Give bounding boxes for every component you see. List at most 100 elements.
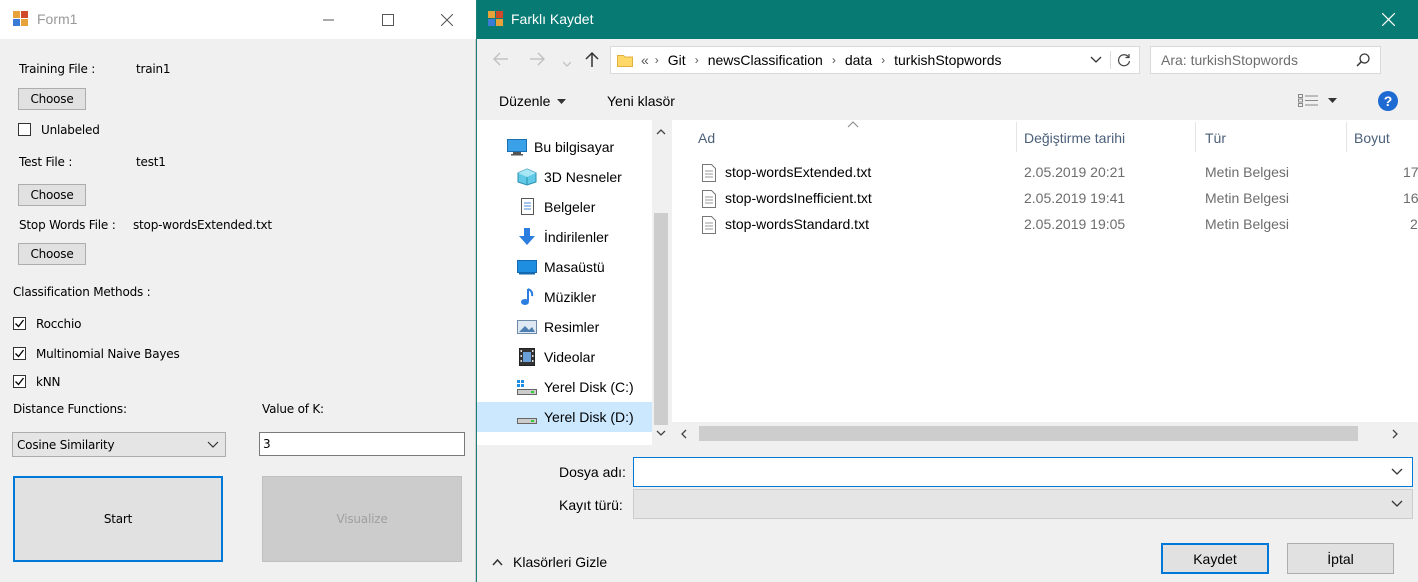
- videos-icon: [517, 348, 537, 366]
- breadcrumb-git[interactable]: Git: [668, 52, 686, 68]
- search-box[interactable]: Ara: turkishStopwords: [1150, 46, 1381, 74]
- file-row[interactable]: stop-wordsStandard.txt 2.05.2019 19:05 M…: [672, 212, 1418, 238]
- distance-function-select[interactable]: Cosine Similarity: [12, 432, 226, 457]
- save-button[interactable]: Kaydet: [1161, 543, 1269, 574]
- file-size: 16: [1403, 190, 1418, 206]
- file-modified: 2.05.2019 19:05: [1024, 216, 1126, 232]
- forward-button[interactable]: [529, 52, 545, 69]
- breadcrumb-overflow[interactable]: «: [641, 52, 649, 68]
- form1-window: Form1 Training File : train1 Choose Unla…: [0, 0, 476, 582]
- nav-list: Bu bilgisayar 3D Nesneler Belgeler İndir…: [477, 132, 652, 432]
- desktop-icon: [517, 258, 537, 276]
- hscrollbar-thumb[interactable]: [699, 426, 1358, 441]
- distance-function-value: Cosine Similarity: [17, 437, 115, 452]
- back-button[interactable]: [493, 52, 509, 71]
- app-icon: [13, 11, 29, 27]
- text-file-icon: [702, 216, 716, 234]
- filename-input[interactable]: [633, 457, 1413, 487]
- documents-icon: [517, 198, 537, 216]
- nav-item-pictures[interactable]: Resimler: [477, 312, 652, 342]
- breadcrumb-turkishstopwords[interactable]: turkishStopwords: [894, 52, 1001, 68]
- knn-checkbox[interactable]: [13, 375, 26, 388]
- minimize-button[interactable]: [305, 0, 351, 39]
- dialog-titlebar[interactable]: Farklı Kaydet: [477, 0, 1418, 39]
- file-name: stop-wordsInefficient.txt: [725, 190, 872, 206]
- new-folder-button[interactable]: Yeni klasör: [607, 93, 675, 109]
- distance-functions-label: Distance Functions:: [13, 402, 127, 416]
- choose-training-button[interactable]: Choose: [18, 88, 86, 110]
- nav-item-documents[interactable]: Belgeler: [477, 192, 652, 222]
- naive-bayes-checkbox[interactable]: [13, 347, 26, 360]
- recent-locations-button[interactable]: [562, 56, 572, 71]
- test-file-label: Test File :: [19, 155, 73, 169]
- nav-label: Videolar: [544, 349, 596, 365]
- view-options-button[interactable]: [1298, 94, 1337, 107]
- nav-item-videos[interactable]: Videolar: [477, 342, 652, 372]
- folder-icon: [617, 55, 633, 67]
- start-button[interactable]: Start: [13, 476, 223, 562]
- choose-test-button[interactable]: Choose: [18, 184, 86, 206]
- unlabeled-checkbox[interactable]: [18, 123, 31, 136]
- text-file-icon: [702, 164, 716, 182]
- search-placeholder: Ara: turkishStopwords: [1161, 52, 1298, 68]
- naive-bayes-label: Multinomial Naive Bayes: [36, 347, 180, 361]
- close-button[interactable]: [424, 0, 470, 39]
- app-icon: [488, 11, 504, 27]
- chevron-right-icon: [1392, 429, 1398, 439]
- column-header-type[interactable]: Tür: [1205, 130, 1226, 146]
- k-value-input[interactable]: 3: [259, 432, 465, 456]
- hide-folders-toggle[interactable]: Klasörleri Gizle: [492, 554, 607, 570]
- breadcrumb-newsclassification[interactable]: newsClassification: [708, 52, 823, 68]
- minimize-icon: [322, 19, 334, 21]
- dialog-close-button[interactable]: [1365, 0, 1411, 39]
- stopwords-file-value: stop-wordsExtended.txt: [133, 218, 272, 232]
- chevron-left-icon: [681, 429, 687, 439]
- nav-item-this-pc[interactable]: Bu bilgisayar: [477, 132, 652, 162]
- hide-folders-label: Klasörleri Gizle: [513, 554, 608, 570]
- nav-item-drive-d[interactable]: Yerel Disk (D:): [477, 402, 652, 432]
- file-row[interactable]: stop-wordsInefficient.txt 2.05.2019 19:4…: [672, 186, 1418, 212]
- nav-scrollbar-thumb[interactable]: [654, 213, 668, 425]
- save-as-dialog: Farklı Kaydet « › Git › newsClassificati…: [476, 0, 1418, 582]
- file-row[interactable]: stop-wordsExtended.txt 2.05.2019 20:21 M…: [672, 160, 1418, 186]
- k-value-text: 3: [263, 437, 271, 451]
- column-header-name[interactable]: Ad: [698, 130, 715, 146]
- help-icon[interactable]: ?: [1378, 91, 1398, 111]
- nav-item-drive-c[interactable]: Yerel Disk (C:): [477, 372, 652, 402]
- file-list-hscrollbar[interactable]: [672, 422, 1418, 445]
- form1-title: Form1: [37, 11, 78, 27]
- organize-menu[interactable]: Düzenle: [499, 93, 567, 109]
- choose-stopwords-button[interactable]: Choose: [18, 243, 86, 265]
- caret-down-icon: [1328, 98, 1337, 103]
- nav-item-3d-objects[interactable]: 3D Nesneler: [477, 162, 652, 192]
- text-file-icon: [702, 190, 716, 208]
- up-button[interactable]: [585, 51, 599, 70]
- chevron-down-icon: [656, 430, 666, 436]
- k-value-label: Value of K:: [262, 402, 324, 416]
- form1-titlebar[interactable]: Form1: [0, 0, 476, 39]
- filetype-select[interactable]: [633, 489, 1413, 519]
- breadcrumb-data[interactable]: data: [845, 52, 872, 68]
- test-file-value: test1: [136, 155, 166, 169]
- nav-label: Resimler: [544, 319, 600, 335]
- dialog-title: Farklı Kaydet: [511, 11, 594, 27]
- chevron-down-icon: [1391, 468, 1403, 475]
- nav-item-music[interactable]: Müzikler: [477, 282, 652, 312]
- nav-item-downloads[interactable]: İndirilenler: [477, 222, 652, 252]
- rocchio-checkbox[interactable]: [13, 317, 26, 330]
- column-header-size[interactable]: Boyut: [1354, 130, 1390, 146]
- visualize-button[interactable]: Visualize: [262, 476, 462, 562]
- nav-label: Belgeler: [544, 199, 596, 215]
- column-header-modified[interactable]: Değiştirme tarihi: [1024, 130, 1125, 146]
- nav-item-desktop[interactable]: Masaüstü: [477, 252, 652, 282]
- drive-d-icon: [517, 408, 537, 426]
- organize-label: Düzenle: [499, 93, 551, 109]
- nav-label: İndirilenler: [544, 229, 609, 245]
- maximize-button[interactable]: [365, 0, 411, 39]
- file-modified: 2.05.2019 19:41: [1024, 190, 1126, 206]
- chevron-down-icon: [562, 61, 572, 67]
- nav-scrollbar[interactable]: [652, 120, 670, 445]
- address-bar[interactable]: « › Git › newsClassification › data › tu…: [610, 46, 1140, 74]
- cancel-button[interactable]: İptal: [1287, 543, 1394, 574]
- search-icon: [1356, 53, 1370, 67]
